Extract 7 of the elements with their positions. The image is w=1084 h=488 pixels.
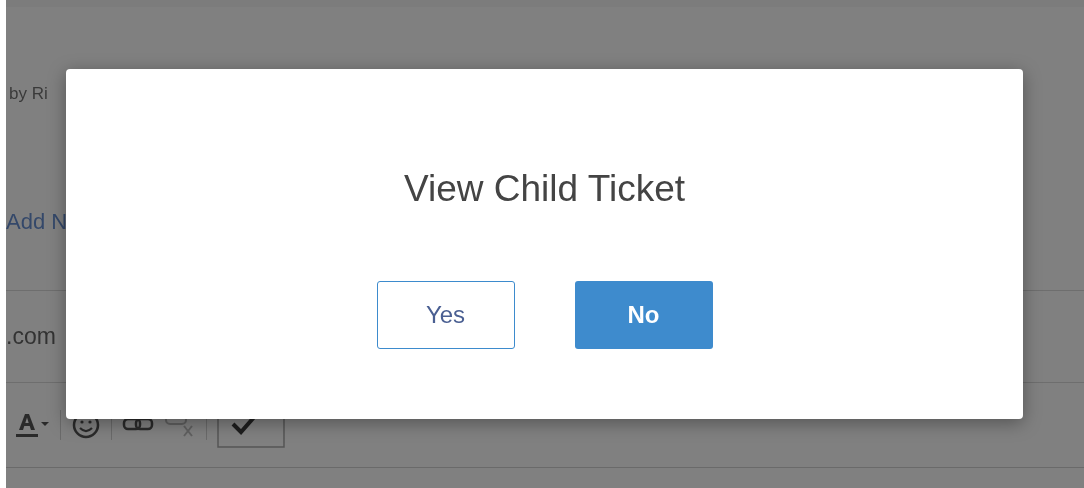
add-link[interactable]: Add N xyxy=(6,209,68,235)
email-text: .com xyxy=(6,323,56,350)
byline-text: by Ri xyxy=(9,84,48,104)
font-color-icon[interactable] xyxy=(16,412,50,438)
no-button[interactable]: No xyxy=(574,281,713,349)
yes-button[interactable]: Yes xyxy=(376,281,515,349)
dialog-title: View Child Ticket xyxy=(403,167,685,211)
